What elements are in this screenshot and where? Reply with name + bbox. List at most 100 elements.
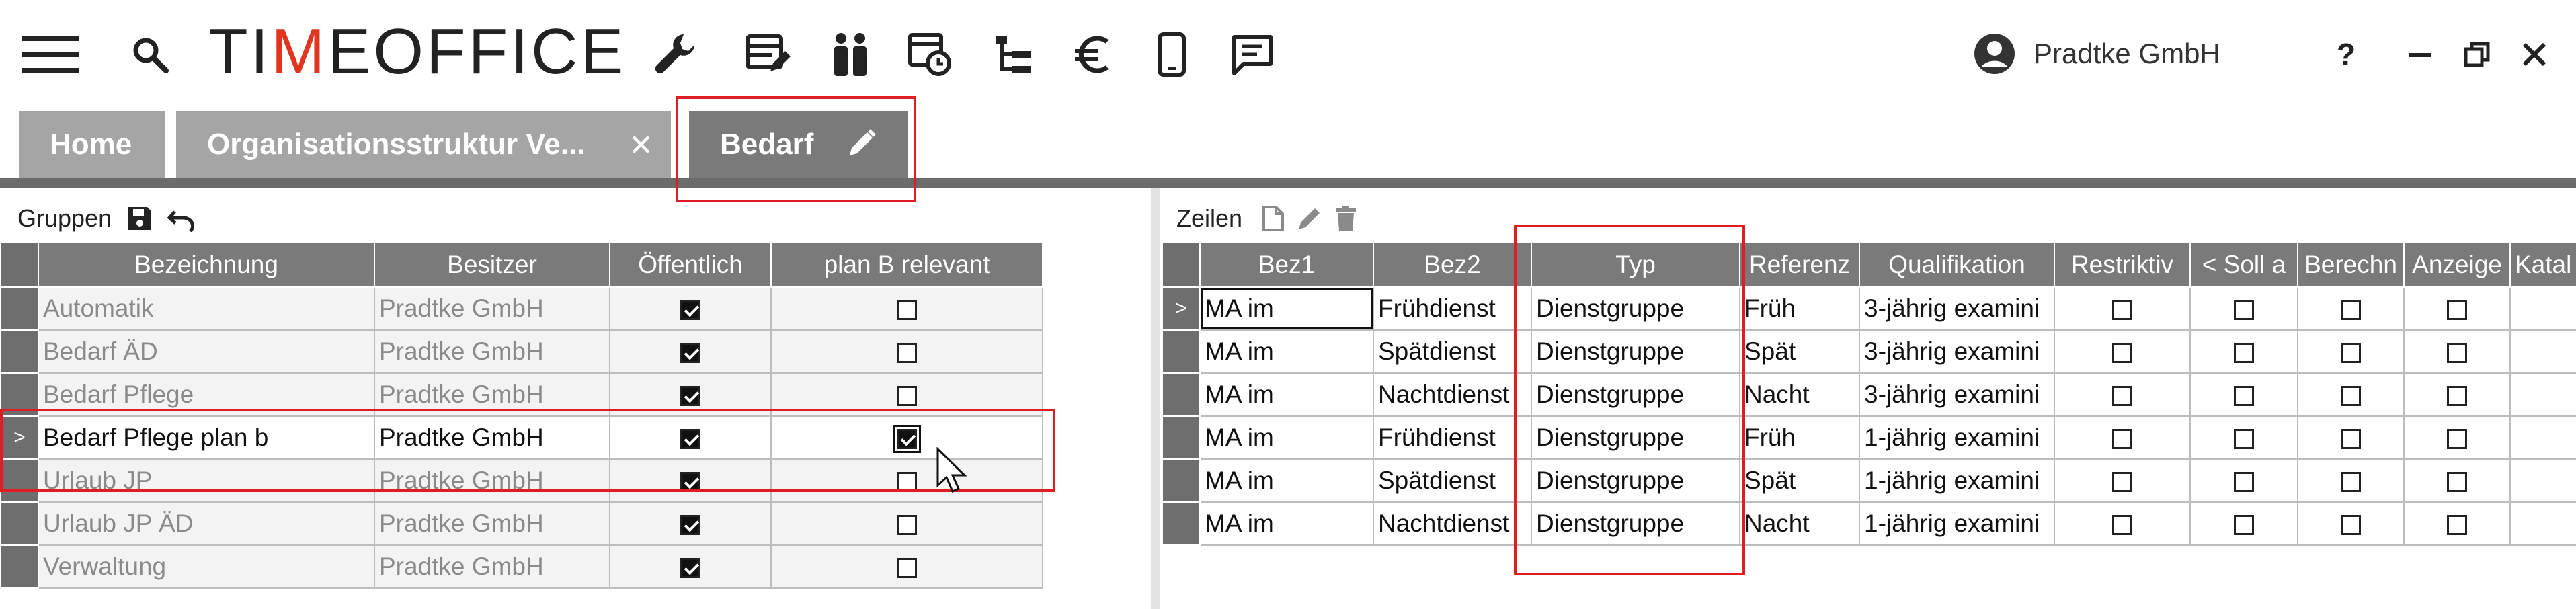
- cell-restriktiv[interactable]: [2054, 458, 2191, 503]
- cell-besitzer[interactable]: Pradtke GmbH: [374, 415, 610, 460]
- column-header-bez2[interactable]: Bez2: [1373, 242, 1532, 288]
- euro-icon[interactable]: [1065, 24, 1119, 85]
- column-header-katal[interactable]: Katal: [2509, 242, 2576, 288]
- cell-katal[interactable]: [2509, 415, 2576, 460]
- soll-checkbox[interactable]: [2234, 300, 2254, 321]
- cell-bezeichnung[interactable]: Automatik: [38, 286, 375, 331]
- cell-soll[interactable]: [2189, 458, 2298, 503]
- cell-berechn[interactable]: [2297, 458, 2405, 503]
- wrench-icon[interactable]: [649, 24, 702, 85]
- cell-bezeichnung[interactable]: Bedarf ÄD: [38, 329, 375, 374]
- cell-katal[interactable]: [2509, 372, 2576, 417]
- undo-icon[interactable]: [167, 205, 196, 232]
- cell-oeffentlich[interactable]: [609, 544, 772, 589]
- close-tab-icon[interactable]: ✕: [629, 128, 653, 163]
- column-header-berechn[interactable]: Berechn: [2297, 242, 2405, 288]
- zeilen-row[interactable]: MA im Frühdienst Dienstgruppe Früh 1-jährig …: [1162, 415, 2576, 460]
- restriktiv-checkbox[interactable]: [2112, 343, 2132, 364]
- zeilen-row[interactable]: MA im Spätdienst Dienstgruppe Spät 1-jährig …: [1162, 458, 2576, 503]
- cell-katal[interactable]: [2509, 458, 2576, 503]
- gruppen-row[interactable]: Bedarf Pflege Pradtke GmbH: [0, 372, 1043, 417]
- cell-soll[interactable]: [2189, 415, 2298, 460]
- cell-plan-b-relevant[interactable]: [770, 458, 1043, 503]
- help-icon[interactable]: ?: [2323, 24, 2370, 85]
- plan-b-checkbox[interactable]: [897, 515, 917, 536]
- gruppen-row[interactable]: Urlaub JP ÄD Pradtke GmbH: [0, 501, 1043, 546]
- cell-bez2[interactable]: Frühdienst: [1373, 415, 1532, 460]
- minimize-icon[interactable]: [2397, 24, 2444, 85]
- cell-qualifikation[interactable]: 1-jährig examini: [1859, 501, 2055, 546]
- restore-window-icon[interactable]: [2454, 24, 2501, 85]
- column-header-soll[interactable]: < Soll a: [2189, 242, 2298, 288]
- cell-besitzer[interactable]: Pradtke GmbH: [374, 458, 610, 503]
- edit-pencil-icon[interactable]: [1296, 205, 1323, 232]
- anzeige-checkbox[interactable]: [2447, 300, 2467, 321]
- calendar-table-icon[interactable]: [903, 24, 957, 85]
- cell-oeffentlich[interactable]: [609, 372, 772, 417]
- cell-anzeige[interactable]: [2403, 415, 2511, 460]
- gruppen-row[interactable]: Bedarf ÄD Pradtke GmbH: [0, 329, 1043, 374]
- message-icon[interactable]: [1225, 24, 1279, 85]
- cell-bezeichnung[interactable]: Bedarf Pflege plan b: [38, 415, 375, 460]
- column-header-referenz[interactable]: Referenz: [1739, 242, 1860, 288]
- cell-oeffentlich[interactable]: [609, 329, 772, 374]
- row-indicator[interactable]: [0, 458, 39, 503]
- cell-berechn[interactable]: [2297, 501, 2405, 546]
- plan-b-checkbox[interactable]: [897, 386, 917, 407]
- cell-oeffentlich[interactable]: [609, 458, 772, 503]
- plan-b-checkbox[interactable]: [893, 425, 921, 454]
- cell-berechn[interactable]: [2297, 286, 2405, 331]
- cell-oeffentlich[interactable]: [609, 501, 772, 546]
- row-indicator[interactable]: >: [0, 415, 39, 460]
- anzeige-checkbox[interactable]: [2447, 515, 2467, 536]
- soll-checkbox[interactable]: [2234, 343, 2254, 364]
- cell-anzeige[interactable]: [2403, 458, 2511, 503]
- search-icon[interactable]: [126, 24, 173, 85]
- cell-bez2[interactable]: Spätdienst: [1373, 329, 1532, 374]
- cell-qualifikation[interactable]: 1-jährig examini: [1859, 458, 2055, 503]
- tab-home[interactable]: Home: [19, 111, 165, 178]
- berechn-checkbox[interactable]: [2341, 515, 2361, 536]
- cell-oeffentlich[interactable]: [609, 286, 772, 331]
- zeilen-row[interactable]: MA im Spätdienst Dienstgruppe Spät 3-jährig …: [1162, 329, 2576, 374]
- gruppen-row[interactable]: Verwaltung Pradtke GmbH: [0, 544, 1043, 589]
- restriktiv-checkbox[interactable]: [2112, 386, 2132, 407]
- oeffentlich-checkbox[interactable]: [680, 300, 700, 321]
- cell-oeffentlich[interactable]: [609, 415, 772, 460]
- cell-soll[interactable]: [2189, 329, 2298, 374]
- hierarchy-icon[interactable]: [987, 24, 1041, 85]
- oeffentlich-checkbox[interactable]: [680, 386, 700, 407]
- people-icon[interactable]: [823, 24, 877, 85]
- cell-anzeige[interactable]: [2403, 372, 2511, 417]
- cell-typ[interactable]: Dienstgruppe: [1531, 501, 1740, 546]
- cell-bez1[interactable]: MA im: [1199, 501, 1374, 546]
- cell-bezeichnung[interactable]: Urlaub JP: [38, 458, 375, 503]
- cell-bez1[interactable]: MA im: [1199, 415, 1374, 460]
- cell-katal[interactable]: [2509, 329, 2576, 374]
- tab-organisationsstruktur[interactable]: Organisationsstruktur Ve... ✕: [176, 111, 671, 178]
- cell-bezeichnung[interactable]: Verwaltung: [38, 544, 375, 589]
- column-header-oeffentlich[interactable]: Öffentlich: [609, 242, 772, 288]
- cell-soll[interactable]: [2189, 286, 2298, 331]
- cell-soll[interactable]: [2189, 501, 2298, 546]
- cell-berechn[interactable]: [2297, 329, 2405, 374]
- soll-checkbox[interactable]: [2234, 515, 2254, 536]
- row-indicator[interactable]: [0, 544, 39, 589]
- tab-bedarf[interactable]: Bedarf: [689, 111, 908, 178]
- row-indicator[interactable]: [0, 501, 39, 546]
- row-indicator[interactable]: [0, 329, 39, 374]
- panel-splitter[interactable]: [1151, 188, 1160, 609]
- cell-typ[interactable]: Dienstgruppe: [1531, 329, 1740, 374]
- plan-b-checkbox[interactable]: [897, 300, 917, 321]
- column-header-besitzer[interactable]: Besitzer: [374, 242, 610, 288]
- restriktiv-checkbox[interactable]: [2112, 429, 2132, 450]
- oeffentlich-checkbox[interactable]: [680, 472, 700, 493]
- save-icon[interactable]: [126, 205, 153, 232]
- cell-berechn[interactable]: [2297, 415, 2405, 460]
- anzeige-checkbox[interactable]: [2447, 429, 2467, 450]
- cell-referenz[interactable]: Früh: [1739, 286, 1860, 331]
- row-indicator[interactable]: [1162, 415, 1201, 460]
- row-indicator[interactable]: >: [1162, 286, 1201, 331]
- anzeige-checkbox[interactable]: [2447, 386, 2467, 407]
- soll-checkbox[interactable]: [2234, 472, 2254, 493]
